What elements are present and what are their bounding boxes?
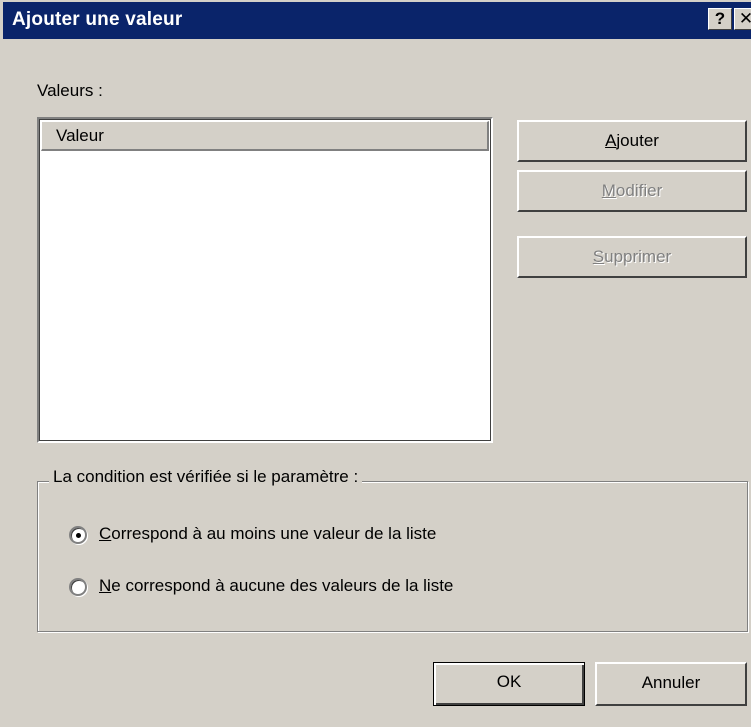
help-button[interactable]: ? bbox=[708, 8, 732, 30]
radio-label-match-any[interactable]: Correspond à au moins une valeur de la l… bbox=[99, 524, 436, 544]
radio-button-selected[interactable] bbox=[69, 526, 87, 544]
column-header-valeur[interactable]: Valeur bbox=[41, 121, 489, 151]
close-button[interactable]: ✕ bbox=[734, 8, 751, 30]
values-listbox[interactable]: Valeur bbox=[37, 117, 493, 443]
radio-label-text: orrespond à au moins une valeur de la li… bbox=[111, 524, 437, 543]
radio-label-mnemonic: N bbox=[99, 576, 112, 595]
add-button-label: jouter bbox=[616, 131, 659, 150]
modify-button[interactable]: Modifier bbox=[517, 170, 747, 212]
radio-dot-icon bbox=[76, 533, 81, 538]
cancel-button[interactable]: Annuler bbox=[595, 662, 747, 706]
add-button[interactable]: Ajouter bbox=[517, 120, 747, 162]
radio-label-text: e correspond à aucune des valeurs de la … bbox=[111, 576, 454, 595]
window-title: Ajouter une valeur bbox=[12, 9, 183, 30]
condition-legend: La condition est vérifiée si le paramètr… bbox=[49, 467, 363, 487]
ok-button[interactable]: OK bbox=[433, 662, 585, 706]
question-mark-icon: ? bbox=[714, 9, 726, 28]
delete-button-label: upprimer bbox=[604, 247, 672, 266]
delete-button-mnemonic: S bbox=[592, 247, 605, 266]
modify-button-label: odifier bbox=[615, 181, 663, 200]
modify-button-mnemonic: M bbox=[601, 181, 616, 200]
title-bar: Ajouter une valeur ? ✕ bbox=[0, 0, 751, 39]
close-icon: ✕ bbox=[738, 9, 751, 28]
radio-button-unselected[interactable] bbox=[69, 578, 87, 596]
values-label: Valeurs : bbox=[37, 81, 103, 100]
condition-groupbox bbox=[37, 481, 748, 632]
delete-button[interactable]: Supprimer bbox=[517, 236, 747, 278]
radio-label-mnemonic: C bbox=[99, 524, 112, 543]
radio-label-match-none[interactable]: Ne correspond à aucune des valeurs de la… bbox=[99, 576, 453, 596]
add-button-mnemonic: A bbox=[605, 131, 617, 150]
